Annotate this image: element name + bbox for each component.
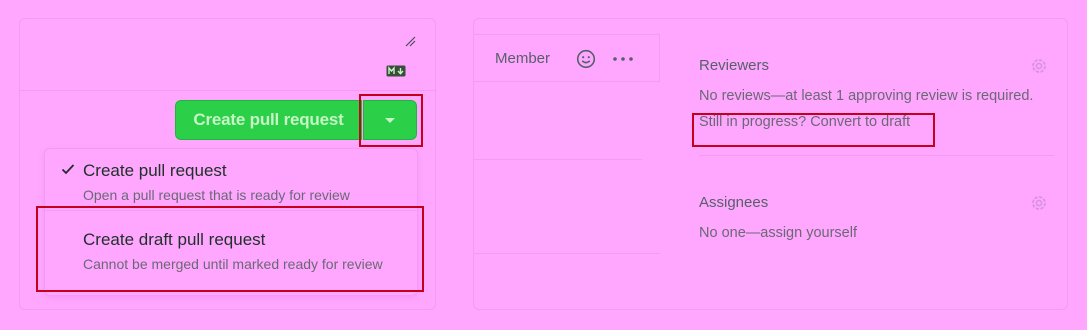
- comment-textarea[interactable]: [20, 19, 435, 91]
- timeline-divider: [474, 253, 660, 254]
- menu-item-description: Open a pull request that is ready for re…: [83, 187, 350, 203]
- gear-icon[interactable]: [1029, 56, 1049, 76]
- create-pull-request-label: Create pull request: [193, 110, 344, 129]
- assign-yourself-link[interactable]: No one—assign yourself: [699, 225, 1054, 241]
- assignees-section: Assignees No one—assign yourself: [699, 194, 1054, 241]
- resize-handle-icon[interactable]: [404, 35, 416, 47]
- timeline-divider: [474, 159, 642, 160]
- highlight-box-convert-draft: [692, 113, 935, 147]
- sidebar-divider: [699, 155, 1054, 156]
- create-pull-request-button[interactable]: Create pull request: [175, 100, 362, 140]
- comment-header: Member: [474, 34, 660, 82]
- assignees-heading: Assignees: [699, 194, 769, 211]
- discussion-panel: Member Reviewers No reviews—at least 1 a…: [473, 18, 1068, 310]
- gear-icon[interactable]: [1029, 193, 1049, 213]
- role-badge: Member: [495, 50, 551, 67]
- highlight-box-draft-option: [36, 206, 424, 292]
- kebab-horizontal-icon[interactable]: [611, 49, 635, 69]
- highlight-box-caret: [359, 94, 423, 147]
- check-icon: [61, 164, 75, 175]
- menu-item-title: Create pull request: [83, 161, 227, 180]
- menu-item-create-pull-request[interactable]: Create pull request Open a pull request …: [45, 149, 417, 211]
- reviewers-heading: Reviewers: [699, 57, 770, 74]
- reviewers-status: No reviews—at least 1 approving review i…: [699, 88, 1034, 104]
- smiley-icon[interactable]: [576, 49, 596, 69]
- markdown-icon: [386, 65, 406, 77]
